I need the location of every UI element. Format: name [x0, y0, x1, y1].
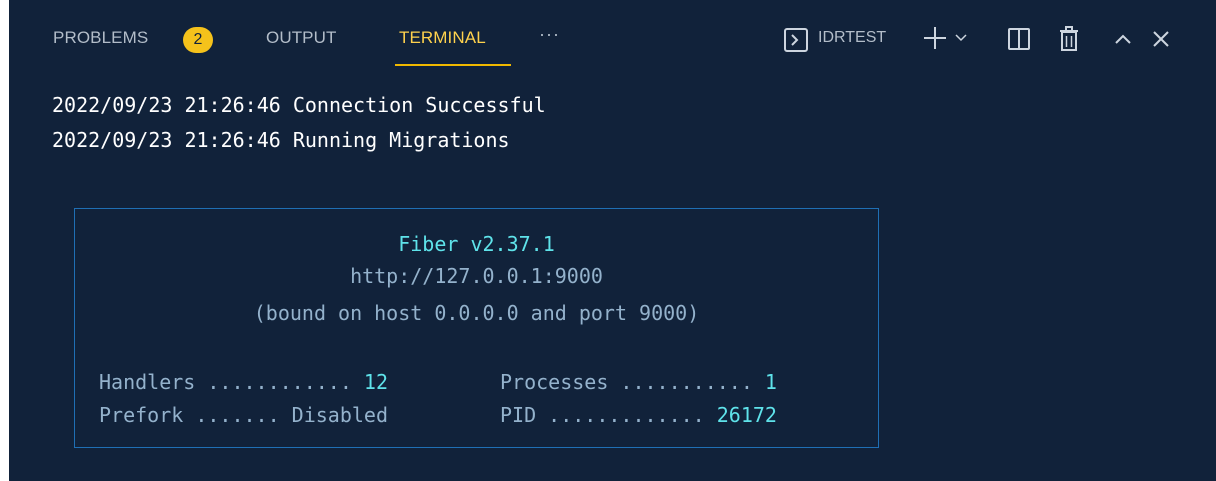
split-terminal-icon[interactable] [1007, 27, 1031, 51]
terminal-panel: PROBLEMS 2 OUTPUT TERMINAL ··· IDRTEST 2… [9, 0, 1216, 481]
pid-label: PID ............. [500, 403, 717, 427]
terminal-log-line: 2022/09/23 21:26:46 Connection Successfu… [52, 93, 546, 117]
prefork-value: Disabled [291, 403, 388, 427]
handlers-stat: Handlers ............ 12 [99, 370, 388, 394]
pid-value: 26172 [716, 403, 777, 427]
handlers-value: 12 [363, 370, 388, 394]
processes-label: Processes ........... [500, 370, 765, 394]
server-url: http://127.0.0.1:9000 [350, 264, 603, 288]
fiber-version: Fiber v2.37.1 [398, 232, 555, 256]
bound-info: (bound on host 0.0.0.0 and port 9000) [253, 301, 700, 325]
chevron-down-icon[interactable] [954, 31, 968, 45]
terminal-icon[interactable] [783, 27, 809, 53]
processes-value: 1 [764, 370, 777, 394]
active-tab-indicator [395, 64, 511, 66]
handlers-label: Handlers ............ [99, 370, 364, 394]
add-icon[interactable] [922, 25, 948, 51]
prefork-label: Prefork ....... [99, 403, 292, 427]
terminal-instance-name[interactable]: IDRTEST [818, 29, 886, 47]
prefork-stat: Prefork ....... Disabled [99, 403, 388, 427]
pid-stat: PID ............. 26172 [500, 403, 777, 427]
panel-tab-bar: PROBLEMS 2 OUTPUT TERMINAL ··· IDRTEST [9, 0, 1216, 72]
more-actions-icon[interactable]: ··· [539, 24, 560, 45]
tab-problems[interactable]: PROBLEMS [53, 28, 148, 48]
tab-terminal[interactable]: TERMINAL [399, 28, 486, 48]
fiber-startup-banner: Fiber v2.37.1 http://127.0.0.1:9000 (bou… [74, 208, 879, 448]
problems-count-badge: 2 [183, 27, 213, 53]
terminal-log-line: 2022/09/23 21:26:46 Running Migrations [52, 128, 510, 152]
tab-output[interactable]: OUTPUT [266, 28, 336, 48]
chevron-up-icon[interactable] [1113, 29, 1133, 49]
trash-icon[interactable] [1057, 26, 1081, 52]
close-icon[interactable] [1151, 29, 1171, 49]
processes-stat: Processes ........... 1 [500, 370, 777, 394]
